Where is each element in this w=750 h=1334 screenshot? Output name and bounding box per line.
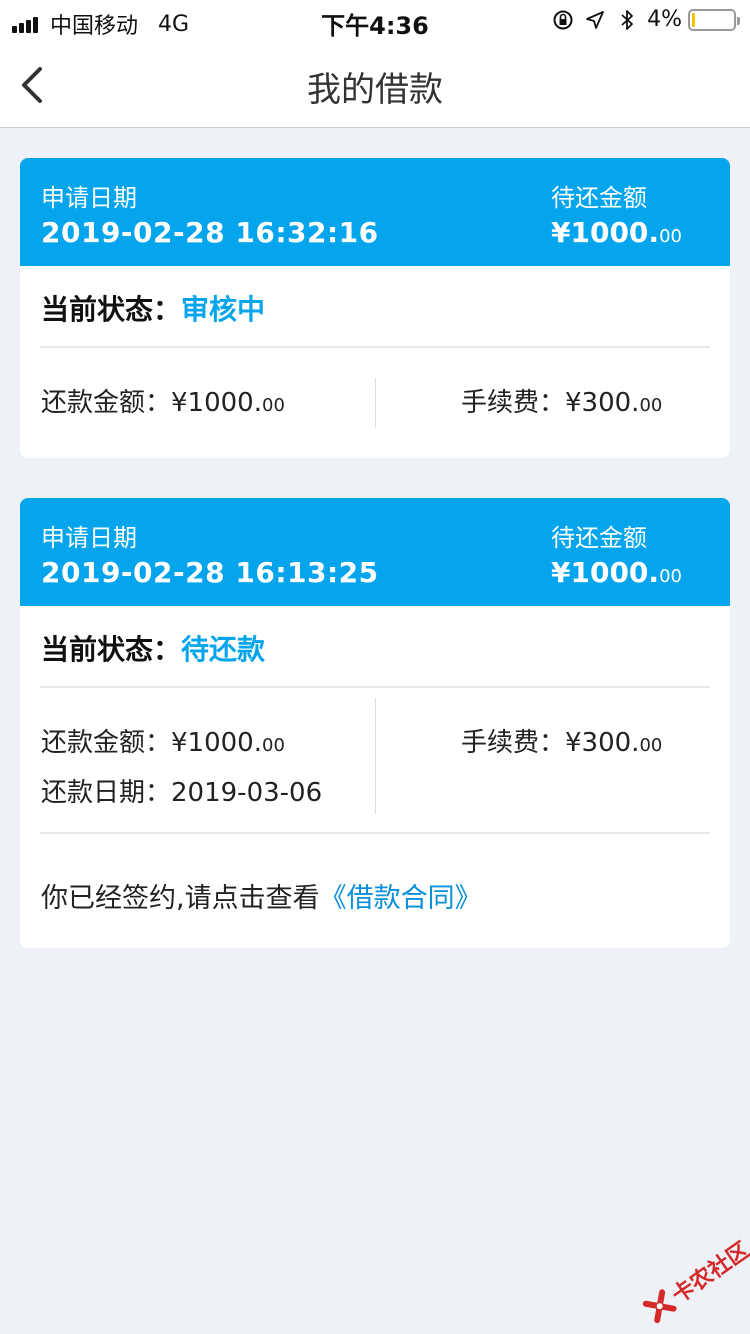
due-amount-cents: 00 [659,226,682,247]
repay-date-value: 2019-03-06 [171,778,323,808]
column-divider [375,698,376,814]
apply-date-label: 申请日期 [41,524,137,552]
fee-label: 手续费： [461,388,566,418]
loan-card-header: 申请日期 2019-02-28 16:32:16 待还金额 ¥1000.00 [20,158,730,266]
loan-contract-link[interactable]: 《借款合同》 [320,883,482,914]
contract-prefix: 你已经签约,请点击查看 [41,883,320,914]
location-arrow-icon [583,8,607,32]
repay-date: 还款日期：2019-03-06 [41,772,322,809]
repay-amount: 还款金额：¥1000.00 [41,722,285,759]
repay-date-label: 还款日期： [41,778,172,808]
contract-notice: 你已经签约,请点击查看《借款合同》 [41,876,482,915]
due-amount: ¥1000.00 [551,556,682,589]
repay-amount-cents: 00 [262,395,285,416]
repay-amount-main: ¥1000. [171,388,262,418]
apply-date-label: 申请日期 [41,184,137,212]
apply-date: 2019-02-28 16:13:25 [41,556,379,589]
current-status: 当前状态：审核中 [41,288,265,328]
fee-main: ¥300. [565,388,640,418]
status-bar: 中国移动 4G 下午4:36 4% [0,0,750,40]
column-divider [375,378,376,428]
divider [40,832,710,834]
due-amount-main: ¥1000. [551,216,660,249]
battery-level [692,12,695,27]
due-amount: ¥1000.00 [551,216,682,249]
repay-amount-label: 还款金额： [41,388,172,418]
due-amount-label: 待还金额 [551,184,647,212]
due-amount-label: 待还金额 [551,524,647,552]
fee-main: ¥300. [565,728,640,758]
divider [40,346,710,348]
page-title: 我的借款 [307,70,443,110]
apply-date: 2019-02-28 16:32:16 [41,216,379,249]
loan-card-header: 申请日期 2019-02-28 16:13:25 待还金额 ¥1000.00 [20,498,730,606]
fee-cents: 00 [639,735,663,756]
battery-tip [737,16,740,25]
divider [40,686,710,688]
navigation-bar: 我的借款 [0,40,750,128]
fee-label: 手续费： [461,728,566,758]
repay-amount-cents: 00 [262,735,285,756]
loan-card[interactable]: 申请日期 2019-02-28 16:32:16 待还金额 ¥1000.00 当… [20,158,730,458]
due-amount-main: ¥1000. [551,556,660,589]
status-value: 审核中 [181,293,266,326]
status-label: 当前状态： [41,633,182,666]
repay-amount-label: 还款金额： [41,728,172,758]
fee: 手续费：¥300.00 [461,722,662,759]
status-label: 当前状态： [41,293,182,326]
due-amount-cents: 00 [659,566,682,587]
current-status: 当前状态：待还款 [41,628,265,668]
watermark: 卡农社区 [634,1234,750,1334]
repay-amount-main: ¥1000. [171,728,262,758]
battery-icon [688,8,740,31]
loan-card[interactable]: 申请日期 2019-02-28 16:13:25 待还金额 ¥1000.00 当… [20,498,730,948]
watermark-text: 卡农社区 [667,1237,750,1309]
battery-percent: 4% [647,7,682,32]
status-right: 4% [551,7,740,32]
bluetooth-icon [615,8,639,32]
fee-cents: 00 [639,395,663,416]
fee: 手续费：¥300.00 [461,382,662,419]
repay-amount: 还款金额：¥1000.00 [41,382,285,419]
orientation-lock-icon [551,8,575,32]
status-value: 待还款 [181,633,266,666]
